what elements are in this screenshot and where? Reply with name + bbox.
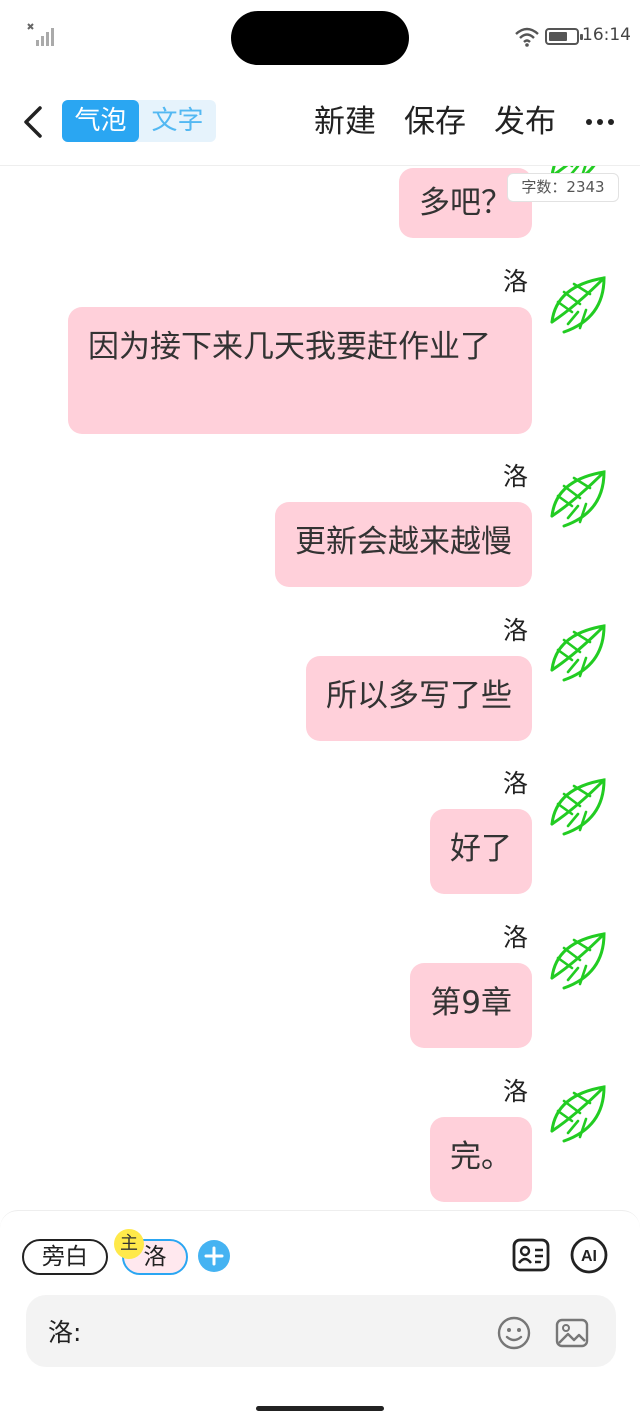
emoji-icon[interactable] xyxy=(496,1315,532,1351)
speaker-name: 洛 xyxy=(503,616,529,645)
publish-button[interactable]: 发布 xyxy=(494,100,556,144)
home-indicator xyxy=(256,1406,384,1411)
plus-icon[interactable] xyxy=(198,1240,230,1272)
back-arrow-icon[interactable] xyxy=(16,100,50,144)
battery-icon xyxy=(545,28,583,45)
avatar-leaf-icon[interactable] xyxy=(546,272,612,338)
tab-bubble-mode[interactable]: 气泡 xyxy=(62,100,139,142)
mode-switch: 气泡 文字 xyxy=(62,100,216,142)
word-count-badge: 字数：2343 xyxy=(507,173,619,202)
avatar-leaf-icon[interactable] xyxy=(546,1081,612,1147)
ai-icon[interactable]: AI xyxy=(569,1235,609,1275)
message-bubble[interactable]: 第9章 xyxy=(410,963,532,1048)
main-role-badge: 主 xyxy=(114,1229,144,1259)
speaker-name: 洛 xyxy=(503,923,529,952)
message-input[interactable]: 洛: xyxy=(26,1295,616,1367)
message-bubble[interactable]: 完。 xyxy=(430,1117,532,1202)
message-bubble[interactable]: 所以多写了些 xyxy=(306,656,532,741)
status-time: 16:14 xyxy=(582,25,631,45)
svg-text:AI: AI xyxy=(581,1248,597,1265)
avatar-leaf-icon[interactable] xyxy=(546,774,612,840)
new-button[interactable]: 新建 xyxy=(314,100,376,144)
wifi-icon xyxy=(515,27,539,47)
tab-text-mode[interactable]: 文字 xyxy=(139,100,216,142)
speaker-name: 洛 xyxy=(503,267,529,296)
signal-icon xyxy=(27,23,54,46)
message-bubble[interactable]: 更新会越来越慢 xyxy=(275,502,532,587)
avatar-leaf-icon[interactable] xyxy=(546,620,612,686)
narration-chip[interactable]: 旁白 xyxy=(22,1239,108,1275)
camera-notch xyxy=(231,11,409,65)
message-bubble[interactable]: 因为接下来几天我要赶作业了 xyxy=(68,307,532,434)
more-dots-icon[interactable] xyxy=(584,100,616,144)
save-button[interactable]: 保存 xyxy=(404,100,466,144)
message-bubble[interactable]: 好了 xyxy=(430,809,532,894)
chat-area[interactable]: 多吧？ 洛 因为接下来几天我要赶作业了 洛 更新会越来越慢 洛 所以多写了些 洛… xyxy=(0,166,640,1206)
status-bar: 16:14 xyxy=(0,0,640,76)
avatar-leaf-icon[interactable] xyxy=(546,928,612,994)
speaker-name: 洛 xyxy=(503,769,529,798)
speaker-name: 洛 xyxy=(503,462,529,491)
image-icon[interactable] xyxy=(554,1315,590,1351)
input-speaker-prefix: 洛: xyxy=(48,1318,82,1347)
character-card-icon[interactable] xyxy=(511,1235,551,1275)
avatar-leaf-icon[interactable] xyxy=(546,466,612,532)
speaker-name: 洛 xyxy=(503,1077,529,1106)
composer-panel: 旁白 洛 主 AI 洛: xyxy=(0,1210,640,1422)
top-toolbar: 气泡 文字 新建 保存 发布 xyxy=(0,76,640,166)
